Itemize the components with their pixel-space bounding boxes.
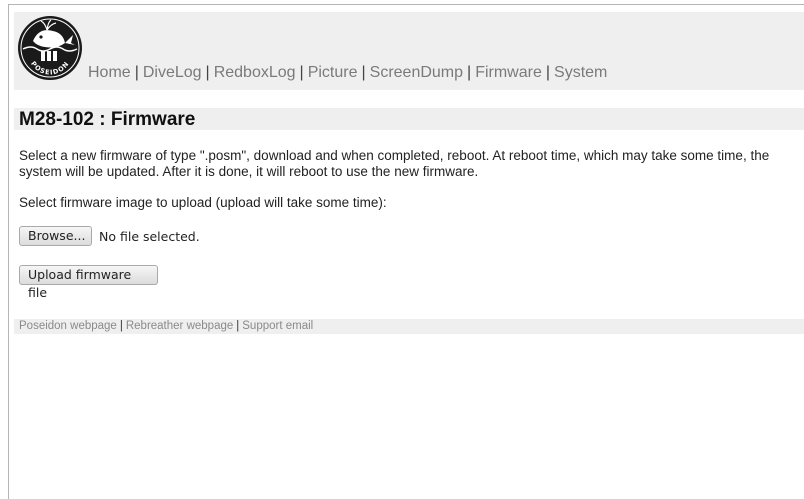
footer-rebreather-link[interactable]: Rebreather webpage <box>126 320 233 332</box>
browse-button[interactable]: Browse... <box>19 226 92 246</box>
footer-links: Poseidon webpage | Rebreather webpage | Supp… <box>19 320 313 332</box>
nav-screendump[interactable]: ScreenDump <box>370 64 463 81</box>
footer-separator: | <box>236 320 240 332</box>
nav-separator: | <box>467 64 472 81</box>
main-nav: Home | DiveLog | RedboxLog | Picture | ScreenDum… <box>88 64 607 82</box>
nav-picture[interactable]: Picture <box>308 64 358 81</box>
nav-separator: | <box>205 64 210 81</box>
upload-firmware-button[interactable]: Upload firmware file <box>19 265 158 300</box>
nav-divelog[interactable]: DiveLog <box>143 64 202 81</box>
poseidon-logo-icon[interactable]: POSEIDON <box>17 15 83 81</box>
file-status: No file selected. <box>99 229 200 244</box>
nav-separator: | <box>299 64 304 81</box>
nav-separator: | <box>134 64 139 81</box>
page-title: M28-102 : Firmware <box>19 109 196 130</box>
nav-firmware[interactable]: Firmware <box>475 64 542 81</box>
footer-support-link[interactable]: Support email <box>242 320 313 332</box>
nav-system[interactable]: System <box>554 64 607 81</box>
footer-separator: | <box>119 320 123 332</box>
firmware-description: Select a new firmware of type ".posm", d… <box>19 148 770 179</box>
nav-redboxlog[interactable]: RedboxLog <box>214 64 296 81</box>
nav-separator: | <box>545 64 551 81</box>
footer-poseidon-link[interactable]: Poseidon webpage <box>19 320 117 332</box>
select-prompt: Select firmware image to upload (upload … <box>19 195 387 210</box>
nav-separator: | <box>361 64 366 81</box>
nav-home[interactable]: Home <box>88 64 131 81</box>
